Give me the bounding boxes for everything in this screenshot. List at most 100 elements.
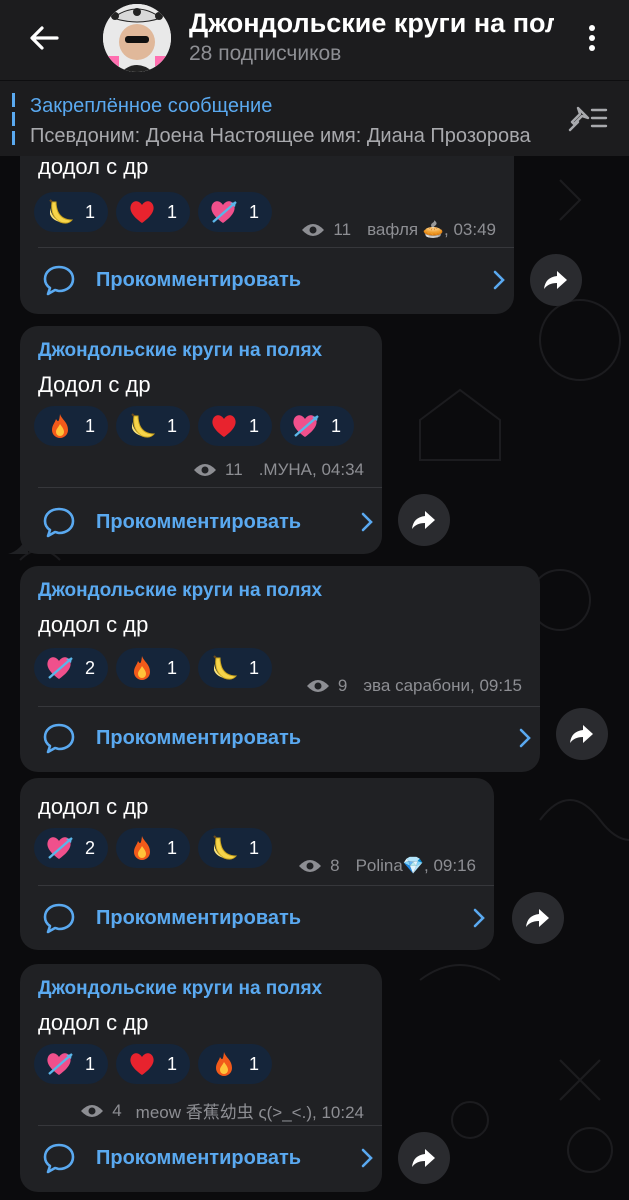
- comment-bubble-icon: [43, 265, 75, 296]
- reaction-count: 1: [331, 415, 342, 436]
- reaction-chip[interactable]: 1: [198, 648, 272, 688]
- comment-button[interactable]: Прокомментировать: [38, 890, 494, 946]
- banana-icon: [127, 411, 157, 441]
- post-meta: 11 вафля 🥧, 03:49: [301, 220, 496, 240]
- eye-icon: [194, 464, 217, 476]
- pinned-message-bar[interactable]: Закреплённое сообщение Псевдоним: Доена …: [0, 80, 629, 156]
- reaction-count: 1: [167, 657, 178, 678]
- comment-label: Прокомментировать: [96, 726, 302, 749]
- reaction-count: 1: [85, 1053, 96, 1074]
- share-button[interactable]: [556, 708, 608, 760]
- share-button[interactable]: [398, 1132, 450, 1184]
- comment-bubble-icon: [43, 1143, 75, 1174]
- reaction-chip[interactable]: 1: [198, 406, 272, 446]
- view-count: 8: [330, 856, 340, 875]
- reaction-count: 1: [167, 837, 178, 858]
- channel-post: Джондольские круги на полях Додол с др 1…: [20, 326, 382, 554]
- fire-icon: [209, 1049, 239, 1079]
- more-menu-button[interactable]: [574, 18, 610, 58]
- chevron-right-icon: [493, 270, 505, 290]
- comment-label: Прокомментировать: [96, 906, 302, 929]
- post-meta: 11 .МУНА, 04:34: [193, 460, 364, 480]
- chat-title-block[interactable]: Джондольские круги на полях 28 подписчик…: [189, 6, 554, 66]
- divider: [38, 885, 494, 886]
- reaction-chip[interactable]: 1: [116, 192, 190, 232]
- forward-arrow-icon: [570, 725, 593, 743]
- pinned-list-icon[interactable]: [566, 100, 610, 141]
- reaction-count: 1: [249, 415, 260, 436]
- post-text: додол с др: [38, 612, 149, 637]
- view-count: 11: [225, 460, 243, 479]
- divider: [38, 706, 540, 707]
- channel-post: Джондольские круги на полях додол с др 2…: [20, 566, 540, 772]
- reaction-chip[interactable]: 1: [116, 828, 190, 868]
- reaction-chip[interactable]: 1: [198, 1044, 272, 1084]
- heart-arrow-icon: [291, 411, 321, 441]
- back-button[interactable]: [24, 18, 64, 58]
- comment-bubble-icon: [43, 903, 75, 934]
- reaction-chip[interactable]: 1: [34, 406, 108, 446]
- reaction-count: 1: [167, 415, 178, 436]
- reaction-chip[interactable]: 1: [198, 828, 272, 868]
- channel-post: додол с др 2 1 1 8 Polina💎, 09:16 Прокомме…: [20, 778, 494, 950]
- comment-bubble-icon: [43, 507, 75, 538]
- eye-icon: [302, 224, 325, 236]
- banana-icon: [209, 653, 239, 683]
- reaction-count: 1: [249, 201, 260, 222]
- reaction-chip[interactable]: 1: [34, 192, 108, 232]
- reaction-chip[interactable]: 1: [34, 1044, 108, 1084]
- chevron-right-icon: [361, 512, 373, 532]
- forward-arrow-icon: [544, 271, 567, 289]
- comment-bubble-icon: [43, 723, 75, 754]
- pinned-title: Закреплённое сообщение: [30, 95, 273, 117]
- heart-icon: [127, 1049, 157, 1079]
- post-meta: 8 Polina💎, 09:16: [298, 856, 476, 876]
- reaction-count: 1: [167, 1053, 178, 1074]
- chevron-right-icon: [519, 728, 531, 748]
- share-button[interactable]: [398, 494, 450, 546]
- more-dot: [589, 35, 595, 41]
- eye-icon: [299, 860, 322, 872]
- more-dot: [589, 45, 595, 51]
- comment-button[interactable]: Прокомментировать: [38, 252, 514, 308]
- arrow-left-icon: [30, 26, 59, 50]
- share-button[interactable]: [512, 892, 564, 944]
- eye-icon: [306, 680, 329, 692]
- channel-avatar[interactable]: [103, 4, 171, 72]
- view-count: 11: [333, 220, 352, 239]
- post-meta: 9 эва сарабони, 09:15: [306, 676, 522, 696]
- reaction-chip[interactable]: 1: [116, 648, 190, 688]
- reaction-chip[interactable]: 1: [116, 1044, 190, 1084]
- post-sender: Джондольские круги на полях: [38, 340, 323, 361]
- author-time: meow 香蕉幼虫 ς(>_<.), 10:24: [135, 1103, 364, 1122]
- chat-header: Джондольские круги на полях 28 подписчик…: [0, 0, 629, 80]
- comment-label: Прокомментировать: [96, 268, 302, 291]
- comment-label: Прокомментировать: [96, 1146, 302, 1169]
- forward-arrow-icon: [526, 909, 549, 927]
- reaction-chip[interactable]: 1: [116, 406, 190, 446]
- reaction-count: 1: [167, 201, 178, 222]
- reaction-chip[interactable]: 2: [34, 648, 108, 688]
- divider: [38, 1125, 382, 1126]
- chevron-right-icon: [361, 1148, 373, 1168]
- banana-icon: [45, 197, 75, 227]
- reaction-count: 2: [85, 837, 96, 858]
- chat-title: Джондольские круги на полях: [189, 8, 554, 38]
- forward-arrow-icon: [412, 511, 435, 529]
- reaction-chip[interactable]: 1: [280, 406, 354, 446]
- heart-icon: [127, 197, 157, 227]
- eye-icon: [81, 1104, 104, 1117]
- comment-button[interactable]: Прокомментировать: [38, 494, 382, 550]
- comment-button[interactable]: Прокомментировать: [38, 710, 540, 766]
- reaction-chip[interactable]: 1: [198, 192, 272, 232]
- comment-label: Прокомментировать: [96, 510, 302, 533]
- author-time: Polina💎, 09:16: [355, 856, 476, 875]
- reaction-chip[interactable]: 2: [34, 828, 108, 868]
- reaction-count: 1: [249, 657, 260, 678]
- fire-icon: [45, 411, 75, 441]
- view-count: 4: [112, 1100, 122, 1120]
- avatar-image: [103, 4, 171, 72]
- share-button[interactable]: [530, 254, 582, 306]
- comment-button[interactable]: Прокомментировать: [38, 1130, 382, 1186]
- author-time: вафля 🥧, 03:49: [367, 220, 496, 239]
